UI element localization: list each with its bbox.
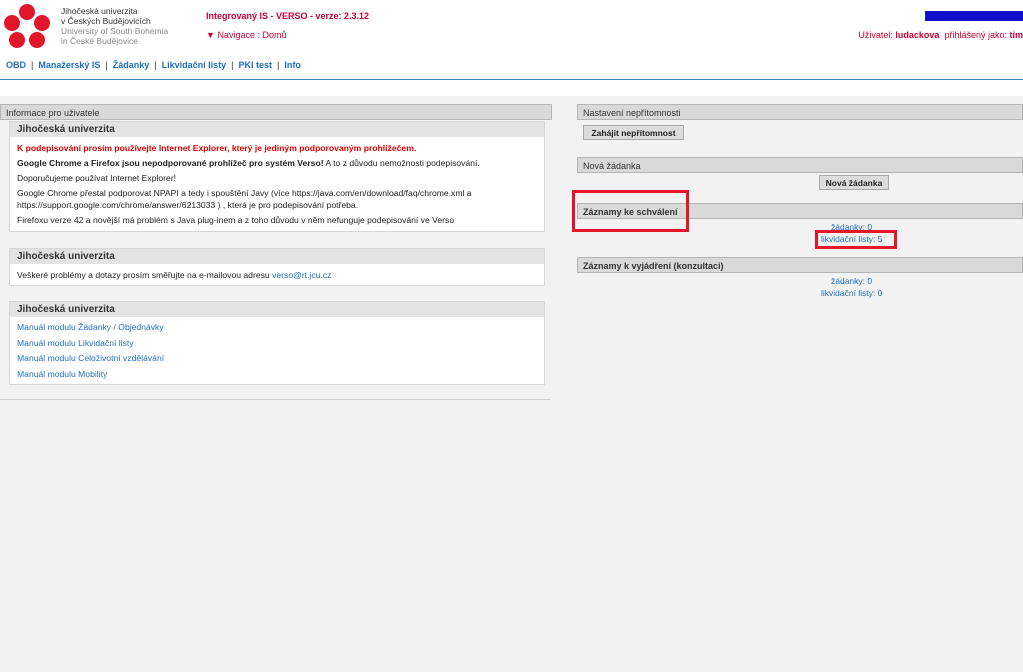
contact-text: Veškeré problémy a dotazy prosím směřujt… <box>10 264 544 287</box>
unsupported-browsers-text: Google Chrome a Firefox jsou nepodporova… <box>17 156 537 171</box>
manual-link-celozivotni-vzdelavani[interactable]: Manuál modulu Celoživotní vzdělávání <box>17 351 537 367</box>
navigation-dropdown[interactable]: ▼ Navigace : Domů <box>206 30 286 40</box>
info-box-browsers: Jihočeská univerzita K podepisování pros… <box>9 121 545 232</box>
header: Jihočeská univerzita v Českých Budějovic… <box>0 0 1023 52</box>
logo-line-2: v Českých Budějovicích <box>61 16 151 26</box>
info-box-heading: Jihočeská univerzita <box>10 302 544 317</box>
left-column-divider <box>0 399 551 400</box>
menu-item-obd[interactable]: OBD <box>6 60 26 70</box>
logo-line-1: Jihočeská univerzita <box>61 6 138 16</box>
manual-link-mobility[interactable]: Manuál modulu Mobility <box>17 367 537 383</box>
recommend-ie-text: Doporučujeme používat Internet Explorer! <box>17 173 177 183</box>
contact-label: Veškeré problémy a dotazy prosím směřujt… <box>17 270 273 280</box>
manuals-list: Manuál modulu Žádanky / Objednávky Manuá… <box>10 317 544 386</box>
main-menu: OBD | Manažerský IS | Žádanky | Likvidační lis… <box>6 60 301 70</box>
contact-email-link[interactable]: verso@rt.jcu.cz <box>272 270 331 280</box>
logged-as-name: tim <box>1009 30 1023 40</box>
user-name: ludackova <box>895 30 940 40</box>
new-request-panel-title: Nová žádanka <box>577 157 1023 173</box>
approval-title-highlight <box>572 190 689 232</box>
start-absence-button[interactable]: Zahájit nepřítomnost <box>583 125 684 140</box>
consult-panel-title: Záznamy k vyjádření (konzultaci) <box>577 257 1023 273</box>
status-bar <box>925 11 1023 21</box>
chrome-npapi-text: Google Chrome přestal podporovat NPAPI a… <box>17 188 472 210</box>
university-logo <box>4 4 50 48</box>
main-menu-bar: OBD | Manažerský IS | Žádanky | Likvidační lis… <box>0 52 1023 80</box>
user-info: Uživatel: ludackova přihlášený jako: tim <box>858 30 1023 40</box>
menu-separator: | <box>105 60 108 70</box>
header-spacer <box>0 80 1023 96</box>
user-label: Uživatel: <box>858 30 896 40</box>
info-box-heading: Jihočeská univerzita <box>10 122 544 137</box>
info-box-contact: Jihočeská univerzita Veškeré problémy a … <box>9 248 545 286</box>
new-request-button[interactable]: Nová žádanka <box>819 175 889 190</box>
triangle-down-icon: ▼ <box>206 30 215 40</box>
menu-separator: | <box>276 60 280 70</box>
browser-warning: K podepisování prosím používejte Interne… <box>17 143 417 153</box>
info-box-manuals: Jihočeská univerzita Manuál modulu Žádan… <box>9 301 545 385</box>
info-box-body: K podepisování prosím používejte Interne… <box>10 137 544 232</box>
menu-item-info[interactable]: Info <box>284 60 301 70</box>
liquidation-link-highlight <box>815 230 897 249</box>
info-box-heading: Jihočeská univerzita <box>10 249 544 264</box>
user-info-panel-title: Informace pro uživatele <box>0 104 552 120</box>
firefox-java-text: Firefoxu verze 42 a novější má problém s… <box>17 215 455 225</box>
navigation-label: Navigace : Domů <box>217 30 287 40</box>
menu-separator: | <box>231 60 234 70</box>
manual-link-likvidacni-listy[interactable]: Manuál modulu Likvidační listy <box>17 336 537 352</box>
menu-item-pki-test[interactable]: PKI test <box>238 60 272 70</box>
menu-item-zadanky[interactable]: Žádanky <box>113 60 150 70</box>
consult-requests-link[interactable]: žádanky: 0 <box>831 276 872 286</box>
absence-panel-title: Nastavení nepřítomnosti <box>577 104 1023 120</box>
menu-item-manazersky-is[interactable]: Manažerský IS <box>38 60 100 70</box>
consult-liquidation-link[interactable]: likvidační listy: 0 <box>821 288 882 298</box>
menu-separator: | <box>31 60 34 70</box>
university-name: Jihočeská univerzita v Českých Budějovic… <box>61 6 168 46</box>
logo-line-3: University of South Bohemia <box>61 26 169 36</box>
app-title: Integrovaný IS - VERSO - verze: 2.3.12 <box>206 11 370 21</box>
unsupported-browsers-reason: A to z důvodu nemožnosti podepisování. <box>323 158 480 168</box>
logged-as-label: přihlášený jako: <box>939 30 1010 40</box>
menu-separator: | <box>154 60 157 70</box>
unsupported-browsers-bold: Google Chrome a Firefox jsou nepodporova… <box>17 158 324 168</box>
menu-item-likvidacni-listy[interactable]: Likvidační listy <box>162 60 227 70</box>
logo-line-4: in České Budějovice <box>61 36 139 46</box>
manual-link-zadanky[interactable]: Manuál modulu Žádanky / Objednávky <box>17 320 537 336</box>
